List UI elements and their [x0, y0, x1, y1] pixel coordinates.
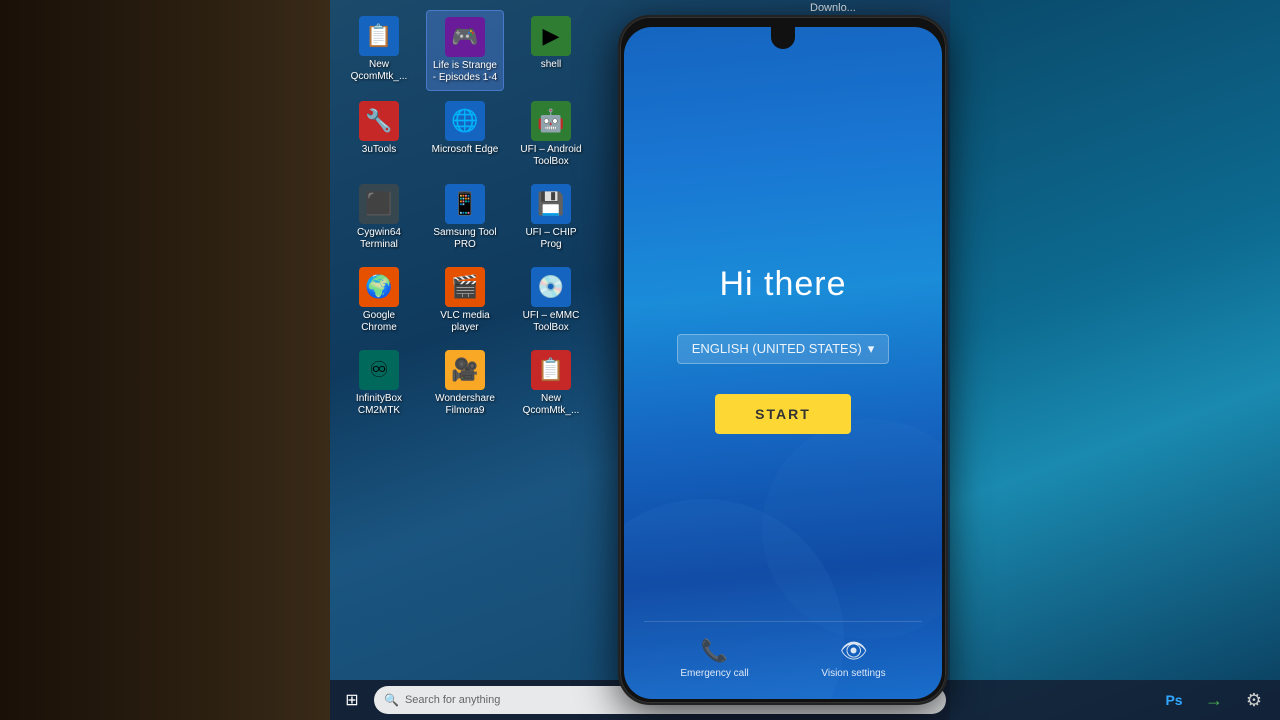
ufi-emmc-label: UFI – eMMC ToolBox: [516, 310, 586, 334]
filmora-icon: 🎥: [445, 350, 485, 390]
cygwin-icon: ⬛: [359, 184, 399, 224]
desktop-icon-ufi-android[interactable]: 🤖 UFI – Android ToolBox: [512, 95, 590, 174]
arrow-tray-icon[interactable]: →: [1198, 684, 1230, 716]
photoshop-tray-icon[interactable]: Ps: [1158, 684, 1190, 716]
cygwin-label: Cygwin64 Terminal: [344, 227, 414, 251]
windows-icon: ⊞: [345, 690, 358, 710]
vlc-label: VLC media player: [430, 310, 500, 334]
3utools-icon: 🔧: [359, 101, 399, 141]
new-qcom-label: New QcomMtk_...: [344, 59, 414, 83]
emergency-call-label: Emergency call: [680, 668, 748, 679]
desktop-icon-life-strange[interactable]: 🎮 Life is Strange - Episodes 1-4: [426, 10, 504, 91]
desktop-icon-ufi-emmc[interactable]: 💿 UFI – eMMC ToolBox: [512, 261, 590, 340]
search-placeholder: Search for anything: [405, 694, 500, 706]
infinity-label: InfinityBox CM2MTK: [344, 393, 414, 417]
ufi-emmc-icon: 💿: [531, 267, 571, 307]
ufi-android-label: UFI – Android ToolBox: [516, 144, 586, 168]
left-panel: [0, 0, 330, 720]
desktop-icon-filmora[interactable]: 🎥 Wondershare Filmora9: [426, 344, 504, 423]
vision-settings-item[interactable]: 👁 Vision settings: [821, 638, 885, 679]
life-strange-label: Life is Strange - Episodes 1-4: [431, 60, 499, 84]
desktop-icon-chrome[interactable]: 🌍 Google Chrome: [340, 261, 418, 340]
greeting-text: Hi there: [719, 265, 846, 304]
desktop-icon-shell[interactable]: ▶ shell: [512, 10, 590, 91]
phone-main: Hi there ENGLISH (UNITED STATES) ▾ START: [677, 77, 890, 621]
phone-bottom-bar: 📞 Emergency call 👁 Vision settings: [644, 621, 922, 679]
desktop-icon-new-qcom[interactable]: 📋 New QcomMtk_...: [340, 10, 418, 91]
desktop-icon-edge[interactable]: 🌐 Microsoft Edge: [426, 95, 504, 174]
new-qcom2-label: New QcomMtk_...: [516, 393, 586, 417]
phone-body: Hi there ENGLISH (UNITED STATES) ▾ START…: [618, 15, 948, 705]
ufi-chip-label: UFI – CHIP Prog: [516, 227, 586, 251]
phone-screen: Hi there ENGLISH (UNITED STATES) ▾ START…: [624, 27, 942, 699]
new-qcom-icon: 📋: [359, 16, 399, 56]
language-label: ENGLISH (UNITED STATES): [692, 341, 862, 356]
shell-icon: ▶: [531, 16, 571, 56]
vlc-icon: 🎬: [445, 267, 485, 307]
language-selector[interactable]: ENGLISH (UNITED STATES) ▾: [677, 334, 890, 364]
start-button-phone[interactable]: START: [715, 394, 851, 434]
life-strange-icon: 🎮: [445, 17, 485, 57]
desktop-icon-ufi-chip[interactable]: 💾 UFI – CHIP Prog: [512, 178, 590, 257]
phone-call-icon: 📞: [701, 638, 728, 664]
infinity-icon: ♾: [359, 350, 399, 390]
3utools-label: 3uTools: [362, 144, 396, 156]
eye-icon: 👁: [840, 638, 868, 664]
start-button[interactable]: ⊞: [334, 682, 370, 718]
ufi-android-icon: 🤖: [531, 101, 571, 141]
search-icon: 🔍: [384, 693, 399, 707]
samsung-icon: 📱: [445, 184, 485, 224]
desktop-icon-new-qcom2[interactable]: 📋 New QcomMtk_...: [512, 344, 590, 423]
phone-content: Hi there ENGLISH (UNITED STATES) ▾ START…: [624, 27, 942, 699]
desktop-icon-vlc[interactable]: 🎬 VLC media player: [426, 261, 504, 340]
system-tray: Ps → ⚙: [950, 680, 1280, 720]
ufi-chip-icon: 💾: [531, 184, 571, 224]
desktop-icon-infinity[interactable]: ♾ InfinityBox CM2MTK: [340, 344, 418, 423]
right-area: [950, 0, 1280, 720]
edge-label: Microsoft Edge: [432, 144, 499, 156]
phone-container: Hi there ENGLISH (UNITED STATES) ▾ START…: [618, 15, 948, 705]
chrome-label: Google Chrome: [344, 310, 414, 334]
new-qcom2-icon: 📋: [531, 350, 571, 390]
shell-label: shell: [541, 59, 562, 71]
vision-settings-label: Vision settings: [821, 668, 885, 679]
filmora-label: Wondershare Filmora9: [430, 393, 500, 417]
settings-tray-icon[interactable]: ⚙: [1238, 684, 1270, 716]
samsung-label: Samsung Tool PRO: [430, 227, 500, 251]
emergency-call-item[interactable]: 📞 Emergency call: [680, 638, 748, 679]
desktop-icon-cygwin[interactable]: ⬛ Cygwin64 Terminal: [340, 178, 418, 257]
desktop-icon-3utools[interactable]: 🔧 3uTools: [340, 95, 418, 174]
edge-icon: 🌐: [445, 101, 485, 141]
language-arrow: ▾: [868, 341, 875, 357]
desktop-icon-samsung[interactable]: 📱 Samsung Tool PRO: [426, 178, 504, 257]
chrome-icon: 🌍: [359, 267, 399, 307]
